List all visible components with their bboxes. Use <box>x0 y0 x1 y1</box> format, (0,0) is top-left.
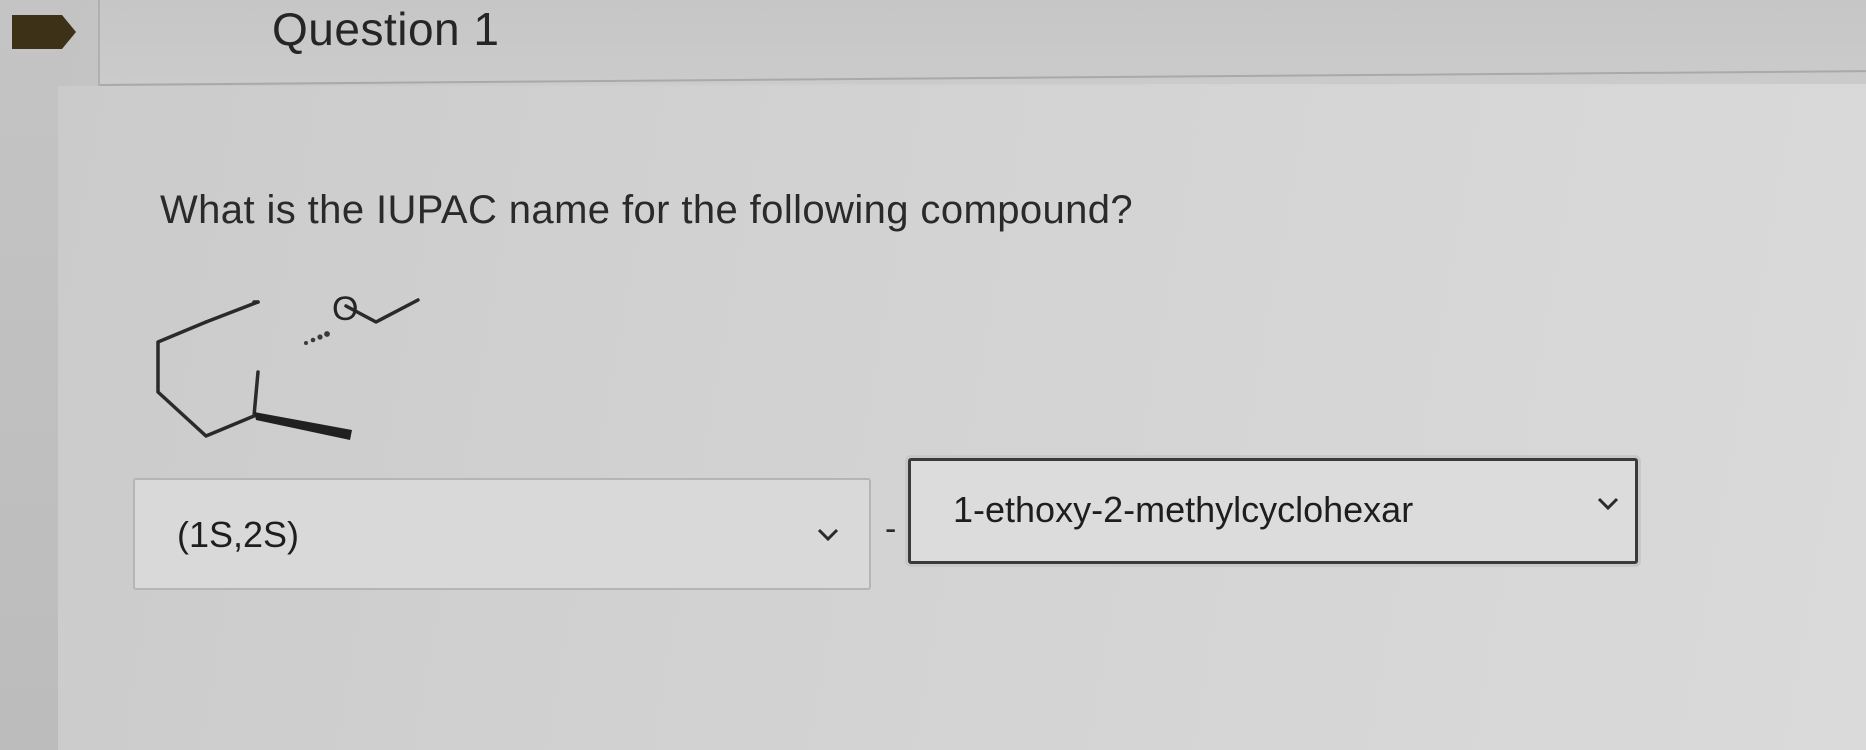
chevron-down-icon <box>817 528 839 542</box>
oxygen-label: O <box>332 290 358 328</box>
name-separator: - <box>885 510 897 548</box>
bookmark-flag-icon[interactable] <box>12 13 78 51</box>
question-prompt: What is the IUPAC name for the following… <box>160 188 1134 232</box>
wedge-bond <box>254 412 352 440</box>
compound-name-value: 1-ethoxy-2-methylcyclohexar <box>953 489 1414 530</box>
screen: Question 1 What is the IUPAC name for th… <box>0 0 1866 750</box>
stereo-descriptor-value: (1S,2S) <box>177 514 300 555</box>
compound-name-select[interactable]: 1-ethoxy-2-methylcyclohexar <box>908 458 1638 564</box>
stereo-descriptor-select[interactable]: (1S,2S) <box>133 478 871 590</box>
hash-bond <box>304 331 330 345</box>
left-gutter <box>0 0 58 750</box>
chemical-structure-image: O <box>156 290 420 440</box>
question-title: Question 1 <box>272 3 500 55</box>
chevron-down-icon <box>1597 497 1619 511</box>
ring-closing-bond <box>158 342 258 368</box>
